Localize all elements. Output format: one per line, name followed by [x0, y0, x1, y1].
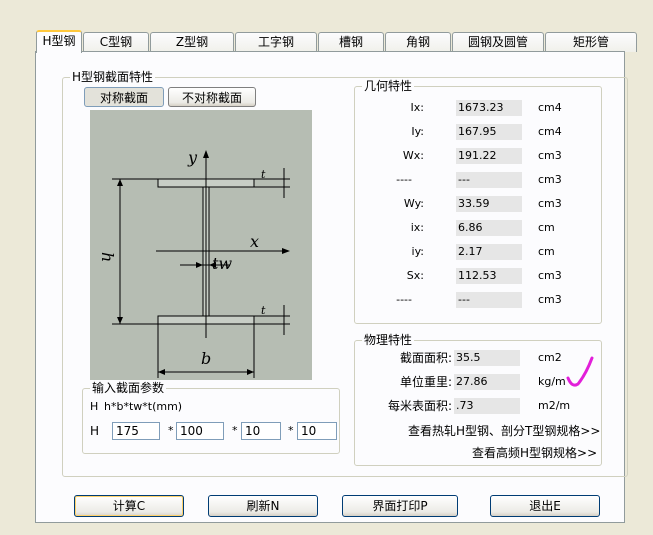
geometry-unit: cm3: [538, 269, 562, 282]
print-button[interactable]: 界面打印P: [342, 495, 458, 517]
exit-button[interactable]: 退出E: [490, 495, 600, 517]
tw-input[interactable]: 10: [241, 422, 281, 440]
high-freq-link[interactable]: 查看高频H型钢规格>>: [472, 446, 597, 460]
button-label: 对称截面: [99, 91, 148, 105]
physical-unit: kg/m: [538, 375, 566, 388]
geometry-title: 几何特性: [362, 79, 415, 93]
physical-label: 截面面积:: [399, 351, 452, 365]
checkmark-icon: [566, 356, 594, 387]
geometry-label: Iy:: [411, 125, 424, 138]
button-label: 界面打印P: [372, 499, 428, 513]
tab-angle[interactable]: 角钢: [385, 32, 451, 52]
geometry-value: 112.53: [456, 268, 522, 284]
t-input[interactable]: 10: [297, 422, 337, 440]
sep-3: *: [288, 424, 294, 437]
tab-label: H型钢: [42, 34, 76, 48]
geometry-value: 1673.23: [456, 100, 522, 116]
physical-label: 单位重里:: [399, 375, 452, 389]
tab-label: 角钢: [405, 35, 430, 49]
h-label: h: [98, 252, 117, 262]
sep-2: *: [232, 424, 238, 437]
geometry-unit: cm4: [538, 125, 562, 138]
tab-i-beam[interactable]: 工字钢: [235, 32, 317, 52]
button-label: 刷新N: [246, 499, 280, 513]
h-input[interactable]: 175: [112, 422, 160, 440]
button-label: 计算C: [112, 499, 146, 513]
button-label: 退出E: [529, 499, 561, 513]
geometry-value: 33.59: [456, 196, 522, 212]
geometry-value: 2.17: [456, 244, 522, 260]
physical-value: 35.5: [454, 350, 520, 366]
tab-round[interactable]: 圆钢及圆管: [452, 32, 544, 52]
tw-label: tw: [212, 254, 232, 273]
button-label: 不对称截面: [181, 91, 242, 105]
physical-unit: m2/m: [538, 399, 571, 412]
tab-label: 圆钢及圆管: [467, 35, 528, 49]
geometry-unit: cm: [538, 221, 555, 234]
input-params-title: 输入截面参数: [90, 381, 167, 395]
geometry-unit: cm4: [538, 101, 562, 114]
tab-rect-tube[interactable]: 矩形管: [545, 32, 637, 52]
h-section-drawing: y x h b tw t t: [98, 148, 290, 378]
tab-label: C型钢: [99, 35, 133, 49]
geometry-label: Sx:: [406, 269, 424, 282]
geometry-value: ---: [456, 292, 522, 308]
x-axis-label: x: [250, 232, 259, 251]
t-top-label: t: [261, 168, 266, 181]
b-label: b: [201, 349, 211, 368]
physical-unit: cm2: [538, 351, 562, 364]
geometry-label: ix:: [410, 221, 424, 234]
tab-c-steel[interactable]: C型钢: [83, 32, 149, 52]
physical-title: 物理特性: [362, 333, 415, 347]
physical-value: 27.86: [454, 374, 520, 390]
tab-label: Z型钢: [175, 35, 209, 49]
calc-button[interactable]: 计算C: [74, 495, 184, 517]
tab-h-steel[interactable]: H型钢: [36, 30, 82, 53]
geometry-unit: cm3: [538, 293, 562, 306]
section-title: H型钢截面特性: [70, 70, 156, 84]
b-input[interactable]: 100: [176, 422, 224, 440]
geometry-label: ----: [396, 293, 412, 306]
physical-value: .73: [454, 398, 520, 414]
geometry-unit: cm3: [538, 197, 562, 210]
tab-label: 槽钢: [338, 35, 363, 49]
geometry-unit: cm3: [538, 173, 562, 186]
geometry-value: 191.22: [456, 148, 522, 164]
tab-label: 矩形管: [572, 35, 609, 49]
tab-z-steel[interactable]: Z型钢: [150, 32, 234, 52]
geometry-label: Wx:: [402, 149, 424, 162]
geometry-value: ---: [456, 172, 522, 188]
row-label: H: [90, 424, 100, 438]
geometry-value: 167.95: [456, 124, 522, 140]
symmetric-button[interactable]: 对称截面: [84, 87, 164, 107]
y-axis-label: y: [187, 148, 198, 167]
geometry-label: iy:: [411, 245, 424, 258]
hot-rolled-link[interactable]: 查看热轧H型钢、剖分T型钢规格>>: [408, 424, 600, 438]
geometry-label: Wy:: [403, 197, 424, 210]
sep-1: *: [168, 424, 174, 437]
geometry-unit: cm3: [538, 149, 562, 162]
h-section-diagram: y x h b tw t t: [90, 110, 312, 380]
refresh-button[interactable]: 刷新N: [208, 495, 318, 517]
formula-label: h*b*tw*t(mm): [104, 400, 183, 413]
input-params-group: 输入截面参数: [82, 381, 340, 454]
geometry-label: Ix:: [410, 101, 424, 114]
tab-channel[interactable]: 槽钢: [318, 32, 384, 52]
physical-label: 每米表面积:: [387, 399, 452, 413]
tab-label: 工字钢: [257, 35, 294, 49]
geometry-label: ----: [396, 173, 412, 186]
geometry-value: 6.86: [456, 220, 522, 236]
geometry-unit: cm: [538, 245, 555, 258]
formula-prefix: H: [90, 400, 99, 413]
t-bottom-label: t: [261, 304, 266, 317]
asymmetric-button[interactable]: 不对称截面: [168, 87, 256, 107]
